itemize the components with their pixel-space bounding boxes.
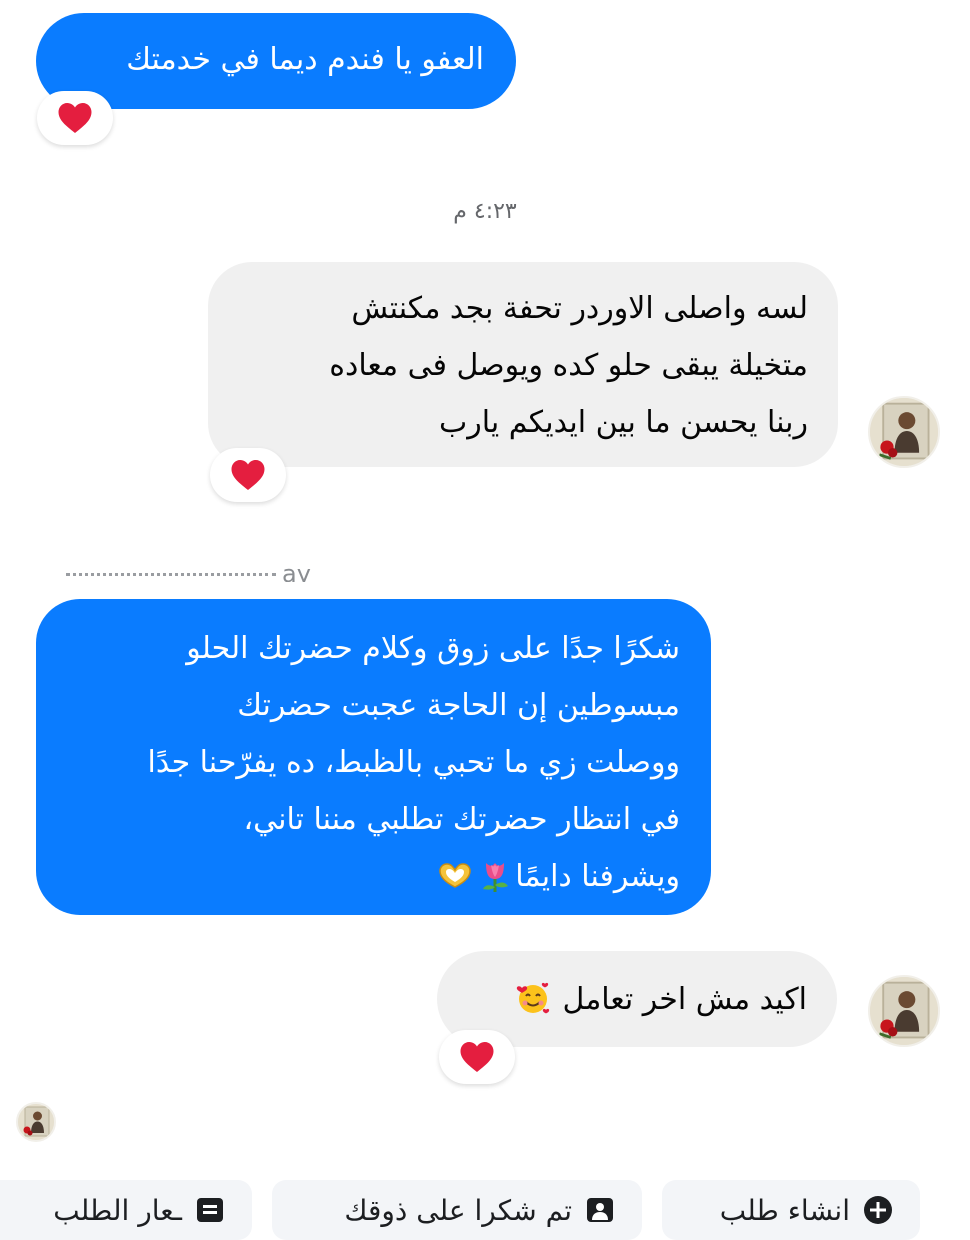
message-text-line: مبسوطين إن الحاجة عجبت حضرتك (237, 688, 680, 723)
heart-icon (231, 460, 265, 490)
contact-avatar[interactable] (868, 396, 940, 468)
quick-reply-chip[interactable]: ـعار الطلب (0, 1180, 252, 1240)
quick-reply-chip[interactable]: تم شكرا على ذوقك (272, 1180, 642, 1240)
heart-icon (58, 103, 92, 133)
message-icon (587, 1198, 613, 1222)
message-text-line: في انتظار حضرتك تطلبي مننا تاني، (243, 802, 680, 837)
heart-reaction[interactable] (210, 448, 286, 502)
profile-photo (870, 398, 938, 466)
outgoing-message[interactable]: شكرًا جدًا على زوق وكلام حضرتك الحلو مبس… (36, 599, 711, 915)
message-text: ويشرفنا دايمًا (515, 859, 680, 894)
profile-photo (18, 1104, 54, 1140)
plus-circle-icon (864, 1196, 892, 1224)
quick-reply-label: انشاء طلب (719, 1193, 850, 1227)
contact-avatar[interactable] (868, 975, 940, 1047)
message-text-line: شكرًا جدًا على زوق وكلام حضرتك الحلو (186, 631, 680, 666)
heart-reaction[interactable] (439, 1030, 515, 1084)
seen-avatar (16, 1102, 56, 1142)
message-text-line: العفو يا فندم ديما في خدمتك (126, 42, 484, 77)
profile-photo (870, 977, 938, 1045)
message-text-line: لسه واصلى الاوردر تحفة بجد مكنتش (351, 291, 808, 326)
quick-reply-label: تم شكرا على ذوقك (344, 1193, 572, 1227)
message-text-line: ووصلت زي ما تحبي بالظبط، ده يفرّحنا جدًا (147, 745, 680, 780)
timestamp: ٤:٢٣ م (453, 199, 517, 224)
message-text: اكيد مش اخر تعامل (562, 982, 807, 1017)
message-text-line: ويشرفنا دايمًا (67, 848, 680, 905)
incoming-message[interactable]: لسه واصلى الاوردر تحفة بجد مكنتش متخيلة … (208, 262, 838, 467)
reply-label: ay (66, 560, 311, 582)
tulip-emoji-icon (483, 863, 509, 892)
receipt-icon (197, 1198, 223, 1222)
quick-reply-chip[interactable]: انشاء طلب (662, 1180, 920, 1240)
heart-reaction[interactable] (37, 91, 113, 145)
heart-hands-emoji-icon (439, 863, 471, 888)
smiling-face-with-hearts-emoji-icon (516, 982, 550, 1014)
message-text-line: ربنا يحسن ما بين ايديكم يارب (438, 405, 808, 440)
outgoing-message[interactable]: العفو يا فندم ديما في خدمتك (36, 13, 516, 109)
message-text-line: اكيد مش اخر تعامل (467, 971, 807, 1028)
heart-icon (460, 1042, 494, 1072)
message-text-line: متخيلة يبقى حلو كده ويوصل فى معاده (329, 348, 808, 383)
quick-reply-label: ـعار الطلب (53, 1193, 182, 1227)
